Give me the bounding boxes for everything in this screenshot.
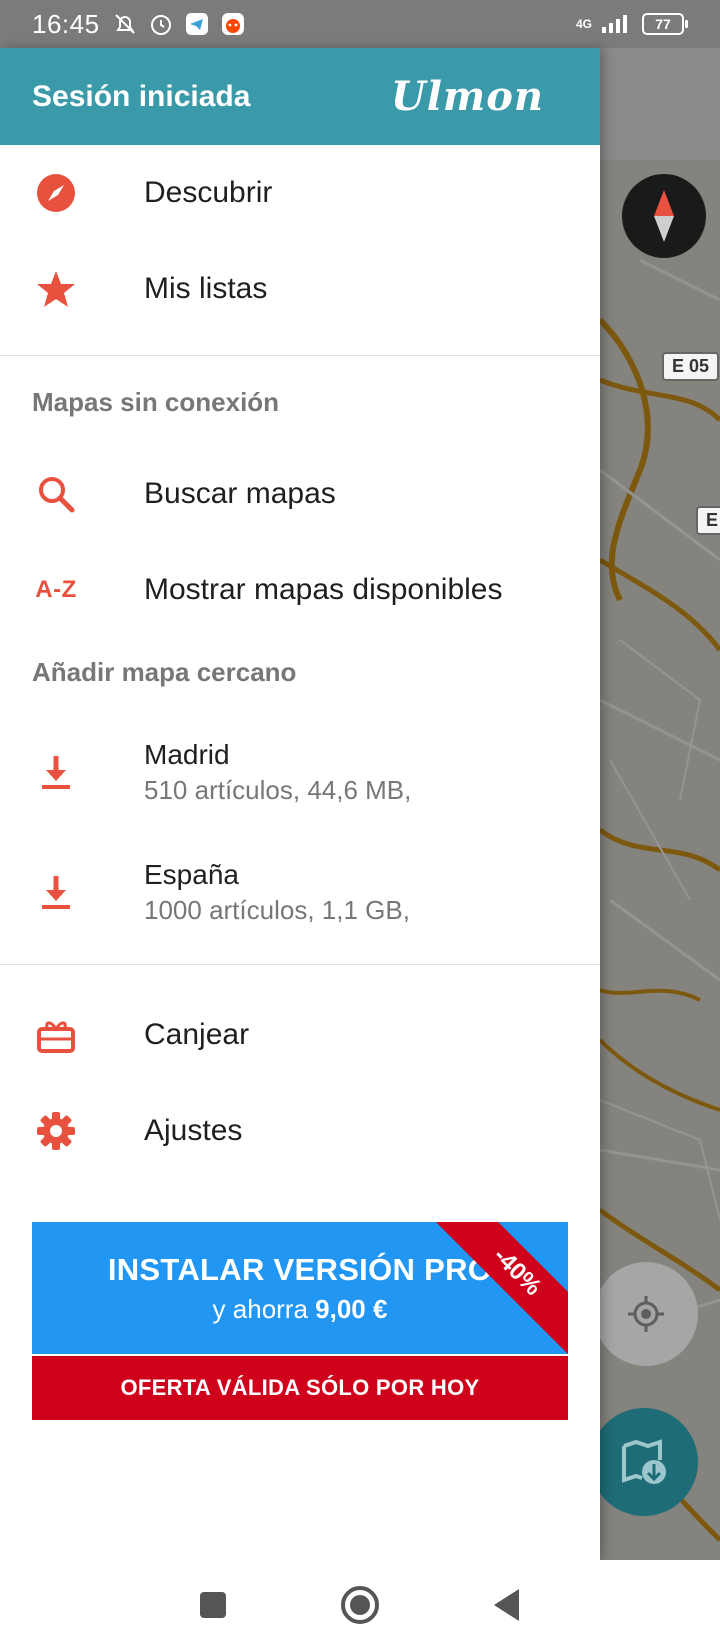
menu-item-label: Buscar mapas xyxy=(144,477,336,510)
compass-icon xyxy=(32,169,80,217)
battery-level: 77 xyxy=(642,13,684,35)
map-name: España xyxy=(144,858,239,890)
menu-item-discover[interactable]: Descubrir xyxy=(0,145,600,241)
login-status: Sesión iniciada xyxy=(32,79,251,113)
compass-needle-icon xyxy=(654,190,674,242)
system-nav-bar xyxy=(0,1560,720,1650)
map-name: Madrid xyxy=(144,738,230,770)
download-icon xyxy=(32,748,80,796)
offline-maps-fab[interactable] xyxy=(590,1408,698,1516)
nearby-map-espana[interactable]: España 1000 artículos, 1,1 GB, xyxy=(0,832,600,952)
download-icon xyxy=(32,868,80,916)
gift-icon xyxy=(32,1011,80,1059)
menu-item-search-maps[interactable]: Buscar mapas xyxy=(0,446,600,542)
section-title-nearby-maps: Añadir mapa cercano xyxy=(32,657,297,687)
pro-savings: y ahorra 9,00 € xyxy=(212,1294,388,1324)
menu-item-label: Ajustes xyxy=(144,1114,243,1147)
compass-button[interactable] xyxy=(622,174,706,258)
gear-icon xyxy=(32,1107,80,1155)
nearby-map-madrid[interactable]: Madrid 510 artículos, 44,6 MB, xyxy=(0,712,600,832)
circle-icon xyxy=(340,1586,379,1624)
ulmon-logo: Ulmon xyxy=(390,73,544,120)
clock: 16:45 xyxy=(32,8,100,39)
map-details: 1000 artículos, 1,1 GB, xyxy=(144,894,410,925)
discount-ribbon: -40% xyxy=(434,1222,568,1354)
menu-item-label: Canjear xyxy=(144,1018,250,1051)
map-toolbar xyxy=(600,48,720,160)
crosshair-icon xyxy=(628,1296,664,1332)
road-label: E xyxy=(696,506,720,535)
star-icon xyxy=(32,265,80,313)
muted-bell-icon xyxy=(114,14,135,34)
back-button[interactable] xyxy=(477,1575,537,1635)
drawer-header: Sesión iniciada Ulmon xyxy=(0,48,600,145)
menu-item-label: Mostrar mapas disponibles xyxy=(144,573,503,606)
search-icon xyxy=(32,470,80,518)
a-z-icon: A-Z xyxy=(35,576,77,603)
map-details: 510 artículos, 44,6 MB, xyxy=(144,774,412,805)
my-location-button[interactable] xyxy=(594,1262,698,1366)
install-pro-button[interactable]: INSTALAR VERSIÓN PRO y ahorra 9,00 € -40… xyxy=(32,1222,568,1354)
alarm-icon xyxy=(150,15,171,35)
menu-item-my-lists[interactable]: Mis listas xyxy=(0,241,600,337)
road-label: E 05 xyxy=(662,352,720,381)
menu-item-show-available-maps[interactable]: A-Z Mostrar mapas disponibles xyxy=(0,542,600,638)
back-triangle-icon xyxy=(493,1589,519,1621)
recents-button[interactable] xyxy=(183,1575,243,1635)
home-button[interactable] xyxy=(330,1575,390,1635)
square-icon xyxy=(200,1592,227,1618)
reddit-icon xyxy=(221,13,244,35)
signal-icon xyxy=(602,15,627,33)
menu-item-label: Descubrir xyxy=(144,176,273,209)
map-download-icon xyxy=(622,1439,666,1484)
section-title-offline-maps: Mapas sin conexión xyxy=(32,387,280,417)
menu-item-settings[interactable]: Ajustes xyxy=(0,1083,600,1179)
menu-item-label: Mis listas xyxy=(144,272,268,305)
battery-icon: 77 xyxy=(642,13,688,35)
network-type: 4G xyxy=(575,17,592,31)
status-bar: 16:45 4G 77 xyxy=(0,0,720,48)
telegram-icon xyxy=(185,13,208,35)
menu-item-redeem[interactable]: Canjear xyxy=(0,987,600,1083)
offer-banner[interactable]: OFERTA VÁLIDA SÓLO POR HOY xyxy=(32,1356,568,1420)
